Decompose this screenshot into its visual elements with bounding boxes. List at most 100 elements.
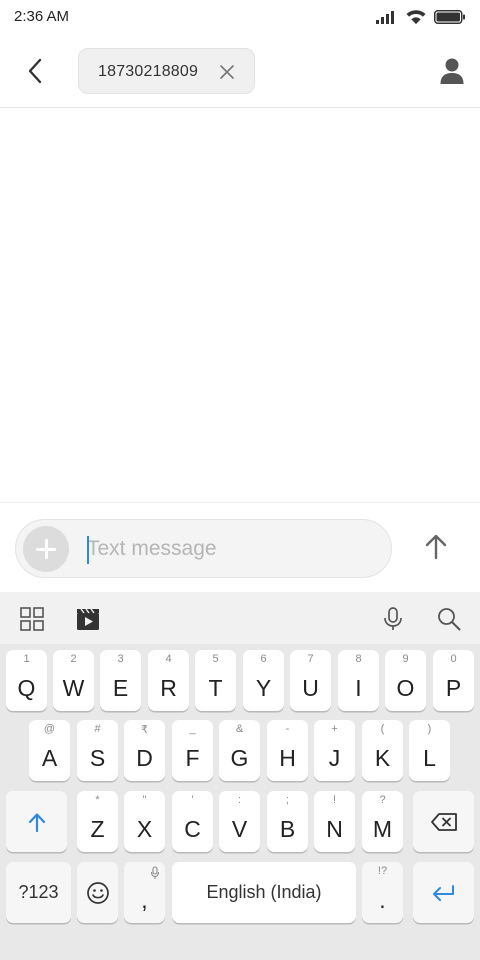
- key-i[interactable]: 8 I: [338, 650, 379, 711]
- key-label: M: [372, 816, 393, 842]
- message-input[interactable]: [87, 530, 377, 568]
- key-hint: 1: [23, 653, 30, 665]
- key-hint: 3: [117, 653, 124, 665]
- symbols-key[interactable]: ?123: [6, 862, 71, 923]
- key-label: S: [89, 745, 106, 771]
- key-label: A: [41, 745, 58, 771]
- send-button[interactable]: [420, 531, 452, 563]
- compose-field[interactable]: [15, 519, 392, 578]
- grid-icon: [20, 607, 44, 631]
- key-j[interactable]: + J: [314, 720, 355, 781]
- microphone-icon: [384, 607, 402, 630]
- key-y[interactable]: 6 Y: [243, 650, 284, 711]
- battery-icon: [434, 10, 465, 24]
- keyboard-toolbar: [0, 592, 480, 644]
- key-v[interactable]: : V: [219, 791, 260, 852]
- close-icon[interactable]: [219, 64, 235, 80]
- key-s[interactable]: # S: [77, 720, 118, 781]
- key-label: P: [445, 675, 462, 701]
- signal-icon: [376, 11, 394, 24]
- key-e[interactable]: 3 E: [100, 650, 141, 711]
- comma-key[interactable]: ,: [124, 862, 165, 923]
- key-hint: 4: [165, 653, 172, 665]
- backspace-key[interactable]: [413, 791, 474, 852]
- backspace-icon: [430, 812, 457, 831]
- key-z[interactable]: * Z: [77, 791, 118, 852]
- key-p[interactable]: 0 P: [433, 650, 474, 711]
- key-b[interactable]: ; B: [267, 791, 308, 852]
- key-label: D: [136, 745, 153, 771]
- key-label: X: [136, 816, 153, 842]
- key-label: Z: [90, 816, 105, 842]
- text-cursor: [87, 536, 89, 564]
- key-t[interactable]: 5 T: [195, 650, 236, 711]
- key-label: V: [231, 816, 248, 842]
- video-clip-button[interactable]: [75, 606, 101, 632]
- key-m[interactable]: ? M: [362, 791, 403, 852]
- key-hint: 2: [70, 653, 77, 665]
- shift-key-face: [6, 791, 67, 852]
- key-q[interactable]: 1 Q: [6, 650, 47, 711]
- key-label: O: [396, 675, 415, 701]
- key-g[interactable]: & G: [219, 720, 260, 781]
- status-time: 2:36 AM: [14, 8, 70, 25]
- key-label: N: [326, 816, 343, 842]
- search-icon: [438, 608, 461, 631]
- status-bar: 2:36 AM: [0, 0, 480, 34]
- key-hint: 5: [212, 653, 219, 665]
- emoji-key-face: [77, 862, 118, 923]
- key-label: H: [279, 745, 296, 771]
- key-c[interactable]: ' C: [172, 791, 213, 852]
- key-label: B: [279, 816, 296, 842]
- recipient-number: 18730218809: [98, 63, 199, 80]
- message-thread: [0, 109, 480, 502]
- key-hint: :: [237, 794, 242, 806]
- key-hint: 7: [307, 653, 314, 665]
- key-hint: !: [332, 794, 337, 806]
- key-hint: @: [43, 723, 56, 735]
- key-w[interactable]: 2 W: [53, 650, 94, 711]
- search-button[interactable]: [436, 606, 462, 632]
- emoji-key[interactable]: [77, 862, 118, 923]
- key-hint: +: [331, 723, 338, 735]
- key-r[interactable]: 4 R: [148, 650, 189, 711]
- key-label: T: [208, 675, 223, 701]
- contact-button[interactable]: [438, 56, 466, 86]
- key-d[interactable]: ₹ D: [124, 720, 165, 781]
- key-hint: ': [191, 794, 194, 806]
- period-key[interactable]: !? .: [362, 862, 403, 923]
- key-n[interactable]: ! N: [314, 791, 355, 852]
- key-h[interactable]: - H: [267, 720, 308, 781]
- key-f[interactable]: _ F: [172, 720, 213, 781]
- arrow-up-icon: [425, 534, 447, 560]
- key-l[interactable]: ) L: [409, 720, 450, 781]
- key-hint: -: [285, 723, 290, 735]
- key-hint: ₹: [141, 724, 148, 736]
- comma-key-label: ,: [141, 887, 148, 913]
- status-icons: [376, 9, 466, 25]
- key-label: W: [62, 675, 85, 701]
- key-label: Q: [17, 675, 36, 701]
- key-u[interactable]: 7 U: [290, 650, 331, 711]
- apps-button[interactable]: [19, 606, 45, 632]
- enter-key-face: [413, 862, 474, 923]
- shift-arrow-icon: [28, 812, 45, 832]
- key-hint: (: [380, 723, 385, 735]
- period-key-label: .: [379, 887, 386, 913]
- key-label: I: [355, 675, 362, 701]
- recipient-chip[interactable]: 18730218809: [78, 48, 255, 94]
- enter-key[interactable]: [413, 862, 474, 923]
- key-label: J: [328, 745, 341, 771]
- back-button[interactable]: [22, 56, 50, 86]
- key-a[interactable]: @ A: [29, 720, 70, 781]
- key-o[interactable]: 9 O: [385, 650, 426, 711]
- key-hint: !?: [377, 865, 388, 877]
- key-hint: #: [94, 723, 101, 735]
- voice-input-button[interactable]: [380, 606, 406, 632]
- shift-key[interactable]: [6, 791, 67, 852]
- add-attachment-button[interactable]: [23, 526, 69, 572]
- key-label: U: [302, 675, 319, 701]
- key-k[interactable]: ( K: [362, 720, 403, 781]
- key-x[interactable]: " X: [124, 791, 165, 852]
- space-key[interactable]: English (India): [172, 862, 356, 923]
